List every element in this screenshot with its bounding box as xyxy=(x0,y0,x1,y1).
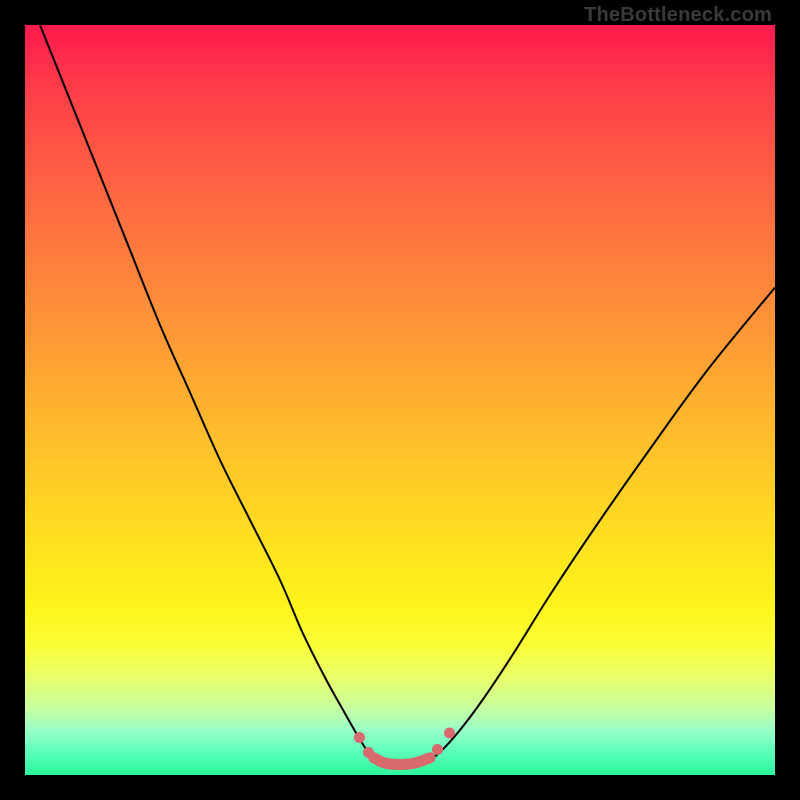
series-left-curve xyxy=(40,25,378,760)
marker-dot-3 xyxy=(444,728,455,739)
marker-dot-0 xyxy=(354,732,365,743)
chart-svg xyxy=(25,25,775,775)
marker-dot-1 xyxy=(363,747,374,758)
marker-dot-2 xyxy=(432,744,443,755)
chart-markers-group xyxy=(354,728,455,759)
chart-area xyxy=(25,25,775,775)
watermark-text: TheBottleneck.com xyxy=(584,4,772,27)
series-right-curve xyxy=(430,288,775,761)
chart-series-group xyxy=(40,25,775,765)
series-bottom-flat xyxy=(374,758,430,765)
